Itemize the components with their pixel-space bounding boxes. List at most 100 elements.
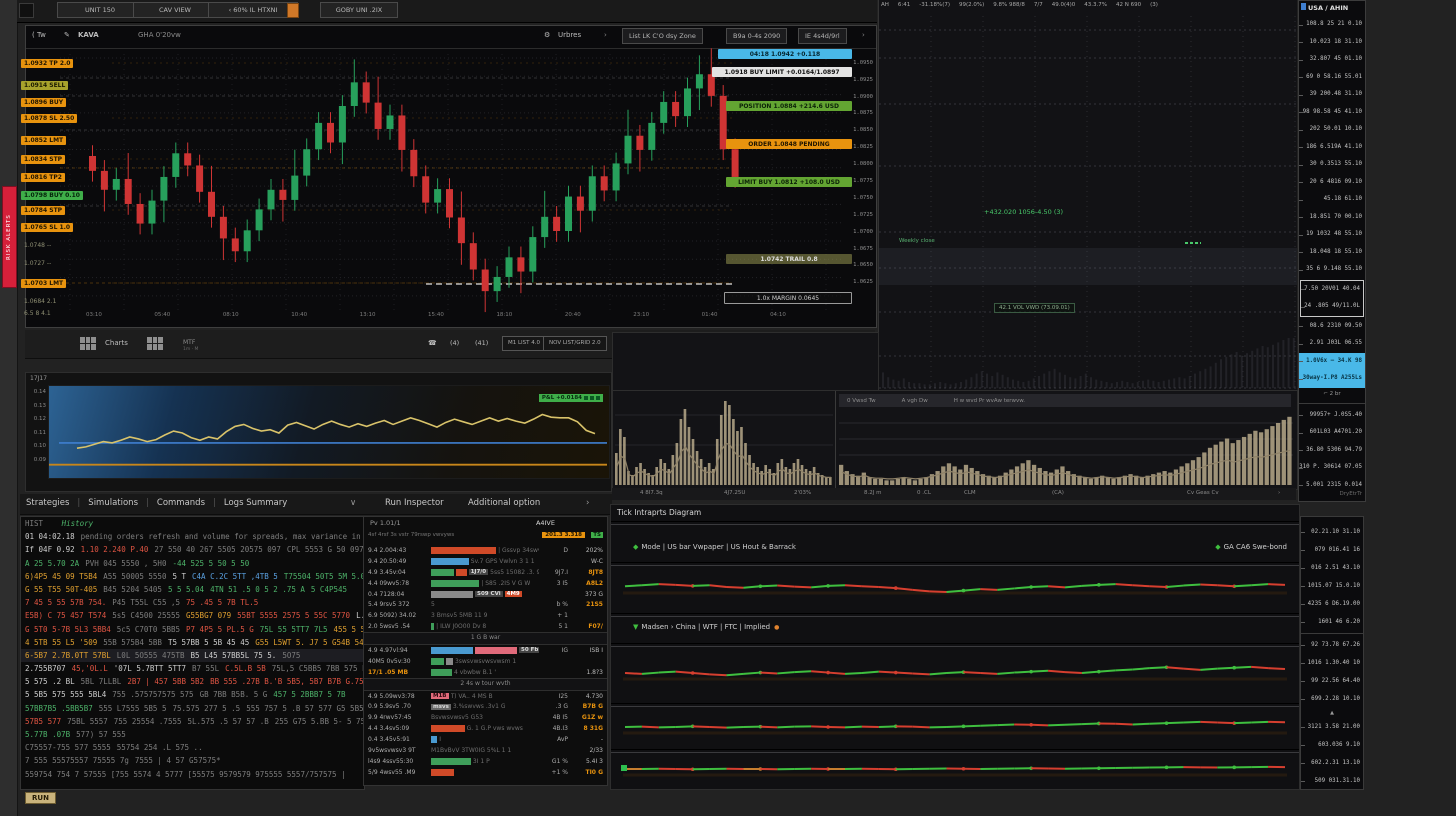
price-overlay-label[interactable]: 1.0742 TRAIL 0.8: [726, 254, 852, 264]
ladder-row[interactable]: 98 98.58 45 41.10: [1299, 104, 1365, 122]
stats-row[interactable]: 0.4 3.45v5:91IAvP-: [364, 734, 607, 745]
stats-row[interactable]: 4.4 09wv5:78| S85 .2IS V G W3 I5A8L2: [364, 578, 607, 589]
phone-icon[interactable]: ☎: [428, 339, 437, 347]
ladder-row[interactable]: 39 200.48 31.10: [1299, 86, 1365, 104]
dom-ladder-panel[interactable]: USA / AHIN 108.8 25 21 0.1010.023 18 31.…: [1298, 0, 1366, 502]
ladder-row[interactable]: 20 6 4816 09.10: [1299, 174, 1365, 192]
pencil-icon[interactable]: ✎: [64, 31, 70, 39]
ladder-row[interactable]: 202 50.01 10.10: [1299, 121, 1365, 139]
price-overlay-label[interactable]: POSITION 1.0884 +214.6 USD: [726, 101, 852, 111]
alert-count-0[interactable]: (4): [450, 339, 459, 347]
status-badge[interactable]: RUN: [25, 792, 56, 804]
layout-button[interactable]: NOV LIST/GRID 2.0: [543, 336, 607, 351]
ladder-row[interactable]: 108.8 25 21 0.10: [1299, 16, 1365, 34]
timeframe-label[interactable]: ( Tw: [32, 31, 46, 39]
top-tab-2[interactable]: ‹ 60% IL HTXNI: [208, 2, 298, 18]
market-stats-panel[interactable]: Pv 1.01/1 A4IVE 4sf 4rsf 3s vstr 79rswp …: [363, 516, 608, 786]
stats-row[interactable]: 4.9 5.09wv3:78M1BT) VA.. 4 MS BI254.730: [364, 691, 607, 702]
stats-row[interactable]: 9.4 20.50:49Sv.7 GPS Vwlvn 3 1 1W-C: [364, 556, 607, 567]
menu-item-logs-summary[interactable]: Logs Summary: [224, 498, 287, 508]
price-overlay-label[interactable]: 1.0x MARGIN 0.0645: [724, 292, 852, 304]
ladder-row[interactable]: 30way-I.P8 A255Ls: [1299, 370, 1365, 388]
overview-chart-panel[interactable]: AH6:41-31.18%(7)99(2.0%)9.8% 988/87/749.…: [878, 0, 1297, 391]
price-overlay-label[interactable]: 1.0918 BUY LIMIT +0.0164/1.0897: [712, 67, 852, 77]
ladder-row[interactable]: 32.807 45 01.10: [1299, 51, 1365, 69]
stats-row[interactable]: 17/1 .05 MB4 vbwbw B.1 '1.8?3: [364, 667, 607, 678]
gear-icon[interactable]: ⚙: [544, 31, 550, 39]
ladder-row[interactable]: 10.023 18 31.10: [1299, 34, 1365, 52]
ladder-row[interactable]: 18.851 70 00.10: [1299, 209, 1365, 227]
grid-view-icon[interactable]: [80, 337, 96, 350]
stats-row[interactable]: 4.9 3.45v:041J7/05ss5 15082 .3. 99J7.I8J…: [364, 567, 607, 578]
list-view-icon[interactable]: [147, 337, 163, 350]
order-label[interactable]: 1.0878 SL 2.50: [21, 114, 77, 123]
order-label[interactable]: 1.0684 2.1: [21, 297, 59, 306]
stats-row[interactable]: 2.0 5wsv5 .54| ILW J0O00 Dv 85 1F07/: [364, 621, 607, 632]
ladder-row[interactable]: 69 0 58.16 55.01: [1299, 69, 1365, 87]
menu-item-strategies[interactable]: Strategies: [26, 498, 69, 508]
market-list-button[interactable]: M1 LIST 4.0: [502, 336, 546, 351]
stats-row[interactable]: 40M5 0v5v:303swsvwsvwsvwsm 1: [364, 656, 607, 667]
journal-log-panel[interactable]: HIST History 01 04:02.18pending orders r…: [20, 516, 365, 790]
chart-header-button-0[interactable]: List LK C'O dsy Zone: [622, 28, 703, 44]
volume-histogram-panel[interactable]: 0 Vwsd TwA vgh DwH w wvd Pr wvAw terwvw.: [612, 390, 1298, 490]
ladder-row[interactable]: 36.80 5306 94.79: [1299, 442, 1365, 460]
stats-row[interactable]: 0.4 7128:04S09 CVi4M9373 G: [364, 589, 607, 600]
top-tab-0[interactable]: UNIT 150: [57, 2, 143, 18]
order-label[interactable]: 1.0703 LMT: [21, 279, 66, 288]
chevron-right-icon[interactable]: ›: [862, 31, 865, 39]
equity-plot[interactable]: P&L +0.0184: [48, 385, 610, 479]
layout-color-icon[interactable]: [287, 3, 299, 18]
stats-row[interactable]: 0.9 5.9sv5 .70msvs3.%swvws .3v1 G.3 GB7B…: [364, 701, 607, 712]
ladder-row[interactable]: 08.6 2310 09.50: [1299, 318, 1365, 336]
order-label[interactable]: 1.0765 SL 1.0: [21, 223, 73, 232]
order-label[interactable]: 1.0834 STP: [21, 155, 65, 164]
ladder-row[interactable]: 1.0V6x — 34.K 98: [1299, 353, 1365, 371]
order-label[interactable]: 6.5 8 4.1: [21, 309, 54, 318]
caret-down-icon[interactable]: ∨: [350, 498, 356, 508]
order-label[interactable]: 1.0798 BUY 0.10: [21, 191, 83, 200]
menu-additional-option[interactable]: Additional option: [468, 498, 540, 508]
ladder-row[interactable]: 601L03 A4701.20: [1299, 424, 1365, 442]
ladder-row[interactable]: 35 6 9.148 55.10: [1299, 261, 1365, 279]
app-menu-icon[interactable]: [19, 3, 34, 18]
price-overlay-label[interactable]: LIMIT BUY 1.0812 +108.0 USD: [726, 177, 852, 187]
chart-header-button-1[interactable]: B9a 0-4s 2090: [726, 28, 787, 44]
order-label[interactable]: 1.0784 STP: [21, 206, 65, 215]
order-label[interactable]: 1.0914 SELL: [21, 81, 68, 90]
stats-row[interactable]: 5/9 4wsv55 .M9+1 %TI0 G: [364, 767, 607, 778]
tick-intervals-panel[interactable]: Tick Intraprts Diagram ◆Mode | US bar Vw…: [610, 504, 1300, 790]
order-label[interactable]: 1.0727 --: [21, 259, 54, 268]
stats-row[interactable]: 5.4 9rsv5 3725b %21S5: [364, 599, 607, 610]
chevron-right-icon[interactable]: ›: [586, 498, 589, 508]
risk-ribbon-tab[interactable]: RISK ALERTS: [2, 186, 17, 288]
stats-row[interactable]: 9.4 2.004:43| Gssvp 34swvsvwvwD202%: [364, 545, 607, 556]
top-tab-3[interactable]: GOBY UNI .2IX: [320, 2, 398, 18]
symbol-label[interactable]: KAVA: [78, 31, 99, 39]
alert-count-1[interactable]: (41): [475, 339, 488, 347]
stats-row[interactable]: l4s9 4ssv55:303I 1 PG1 %5.4I 3: [364, 756, 607, 767]
ladder-row[interactable]: 99957+ J.0S5.40: [1299, 407, 1365, 425]
stats-row[interactable]: 4.9 4.97vl:9450 FbIGISB I: [364, 645, 607, 656]
menu-item-commands[interactable]: Commands: [157, 498, 205, 508]
menu-run-inspector[interactable]: Run Inspector: [385, 498, 444, 508]
charts-button[interactable]: Charts: [105, 339, 128, 347]
menu-item-simulations[interactable]: Simulations: [88, 498, 138, 508]
chevron-right-icon[interactable]: ›: [604, 31, 607, 39]
stats-row[interactable]: 9v5wsvwsv3 9TM1BvBvV 3TW0IG 5%L 1 12/33: [364, 745, 607, 756]
ladder-row[interactable]: 2.91 J03L 06.55: [1299, 335, 1365, 353]
order-label[interactable]: 1.0932 TP 2.0: [21, 59, 73, 68]
ladder-row[interactable]: 19 1032 48 55.10: [1299, 226, 1365, 244]
price-overlay-label[interactable]: ORDER 1.0848 PENDING: [726, 139, 852, 149]
ladder-row[interactable]: 7.50 20V01 40.04: [1301, 281, 1363, 299]
chart-settings-label[interactable]: Urbres: [558, 31, 581, 39]
ladder-row[interactable]: 186 6.519A 41.10: [1299, 139, 1365, 157]
stats-row[interactable]: 4.4 3.4sv5:09G. 1 G.P vws wvws4B.I38 31G: [364, 723, 607, 734]
order-label[interactable]: 1.0816 TP2: [21, 173, 65, 182]
order-label[interactable]: 1.0852 LMT: [21, 136, 66, 145]
order-label[interactable]: 1.0896 BUY: [21, 98, 66, 107]
ladder-row[interactable]: 310 P. 30614 07.05: [1299, 459, 1365, 477]
ladder-row[interactable]: 24 .805 49/11.0L: [1301, 298, 1363, 316]
mtf-label[interactable]: MTF: [183, 339, 195, 346]
stats-row[interactable]: 9.9 4rwv57:45Bsvwsvwsv5 G534B I5G1Z w: [364, 712, 607, 723]
